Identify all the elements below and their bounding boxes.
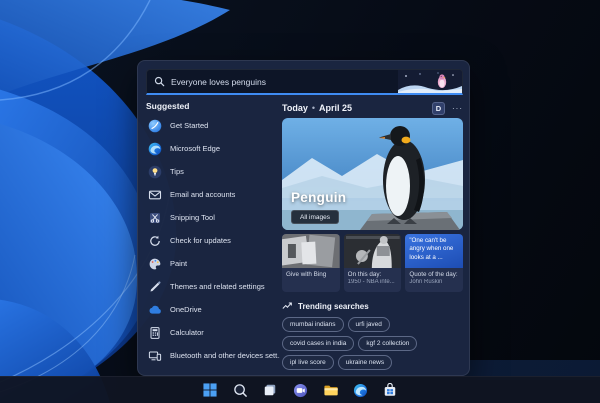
sidebar-item-onedrive[interactable]: OneDrive bbox=[146, 298, 280, 321]
calculator-icon bbox=[150, 326, 160, 339]
sidebar-item-label: Check for updates bbox=[170, 236, 231, 245]
sidebar-item-bluetooth-devices[interactable]: Bluetooth and other devices sett... bbox=[146, 344, 280, 367]
email-icon bbox=[148, 190, 162, 199]
sidebar-item-label: Themes and related settings bbox=[170, 282, 265, 291]
trending-icon bbox=[282, 302, 292, 309]
penguin-illustration bbox=[398, 70, 462, 93]
sidebar-item-label: Paint bbox=[170, 259, 188, 268]
search-bar[interactable] bbox=[146, 69, 463, 95]
on-this-day-image bbox=[343, 234, 402, 268]
today-separator: • bbox=[311, 103, 315, 113]
sidebar-item-email-accounts[interactable]: Email and accounts bbox=[146, 183, 280, 206]
card-caption: Give with Bing bbox=[286, 271, 327, 278]
sidebar-item-label: OneDrive bbox=[170, 305, 202, 314]
trending-pill[interactable]: kgf 2 collection bbox=[358, 336, 418, 351]
bluetooth-icon bbox=[148, 351, 162, 361]
avatar[interactable]: D bbox=[432, 101, 445, 115]
start-button[interactable] bbox=[201, 381, 219, 399]
suggested-section: Suggested Get Started Microsoft Edge Tip… bbox=[146, 101, 280, 367]
sidebar-item-label: Tips bbox=[170, 167, 184, 176]
sidebar-item-label: Bluetooth and other devices sett... bbox=[170, 351, 280, 360]
sidebar-item-microsoft-edge[interactable]: Microsoft Edge bbox=[146, 137, 280, 160]
suggested-title: Suggested bbox=[146, 101, 190, 111]
give-with-bing-image bbox=[282, 234, 340, 268]
start-icon bbox=[203, 383, 217, 397]
trending-pill[interactable]: mumbai indians bbox=[282, 317, 344, 332]
more-options-button[interactable]: ··· bbox=[452, 104, 463, 113]
taskbar bbox=[0, 376, 600, 403]
chat-icon bbox=[293, 383, 307, 397]
taskbar-edge-icon bbox=[353, 383, 367, 397]
trending-pill[interactable]: ipl live score bbox=[282, 355, 334, 370]
tips-icon bbox=[148, 165, 162, 178]
trending-pills: mumbai indians urfi javed covid cases in… bbox=[282, 317, 463, 370]
paint-icon bbox=[149, 258, 161, 269]
today-header: Today • April 25 D ··· bbox=[282, 101, 463, 115]
hero-title: Penguin bbox=[291, 190, 347, 205]
sidebar-item-label: Microsoft Edge bbox=[170, 144, 221, 153]
trending-pill[interactable]: ukraine news bbox=[337, 355, 393, 370]
store-button[interactable] bbox=[381, 381, 399, 399]
sidebar-item-themes[interactable]: Themes and related settings bbox=[146, 275, 280, 298]
search-icon bbox=[154, 76, 165, 87]
trending-pill[interactable]: urfi javed bbox=[347, 317, 390, 332]
sidebar-item-label: Get Started bbox=[170, 121, 209, 130]
desktop: Suggested Get Started Microsoft Edge bbox=[0, 0, 600, 403]
themes-icon bbox=[150, 280, 161, 291]
today-date[interactable]: April 25 bbox=[319, 103, 352, 113]
trending-title: Trending searches bbox=[298, 301, 369, 311]
edge-icon bbox=[148, 142, 162, 155]
hero-image-card[interactable]: Penguin All images bbox=[282, 118, 463, 230]
search-flyout-panel: Suggested Get Started Microsoft Edge bbox=[137, 60, 470, 376]
cards-row: Give with Bing On this day: 1950 - NBA i… bbox=[282, 234, 464, 292]
card-title: Quote of the day: bbox=[409, 271, 458, 278]
sidebar-item-snipping-tool[interactable]: Snipping Tool bbox=[146, 206, 280, 229]
today-section: Today • April 25 D ··· Penguin All image… bbox=[282, 101, 464, 370]
sidebar-item-check-updates[interactable]: Check for updates bbox=[146, 229, 280, 252]
file-explorer-icon bbox=[323, 385, 338, 395]
trending-pill[interactable]: covid cases in india bbox=[282, 336, 355, 351]
card-subtitle: 1950 - NBA inte... bbox=[347, 279, 395, 285]
sidebar-item-label: Email and accounts bbox=[170, 190, 236, 199]
card-give-with-bing[interactable]: Give with Bing bbox=[282, 234, 340, 292]
today-label: Today bbox=[282, 103, 308, 113]
check-updates-icon bbox=[150, 235, 160, 246]
quote-text: "One can't be angry when one looks at a … bbox=[409, 237, 454, 261]
store-icon bbox=[384, 383, 396, 396]
sidebar-item-calculator[interactable]: Calculator bbox=[146, 321, 280, 344]
card-subtitle: John Ruskin bbox=[409, 279, 443, 285]
edge-button[interactable] bbox=[351, 381, 369, 399]
get-started-icon bbox=[148, 119, 162, 132]
sidebar-item-label: Calculator bbox=[170, 328, 204, 337]
card-title: On this day: bbox=[347, 271, 382, 278]
onedrive-icon bbox=[149, 305, 161, 314]
quote-tile: "One can't be angry when one looks at a … bbox=[405, 234, 464, 268]
all-images-button[interactable]: All images bbox=[291, 210, 339, 224]
trending-section: Trending searches mumbai indians urfi ja… bbox=[282, 300, 463, 370]
file-explorer-button[interactable] bbox=[321, 381, 339, 399]
card-quote-of-the-day[interactable]: "One can't be angry when one looks at a … bbox=[405, 234, 464, 292]
chat-button[interactable] bbox=[291, 381, 309, 399]
task-view-button[interactable] bbox=[261, 381, 279, 399]
snipping-tool-icon bbox=[150, 212, 160, 223]
sidebar-item-paint[interactable]: Paint bbox=[146, 252, 280, 275]
sidebar-item-get-started[interactable]: Get Started bbox=[146, 114, 280, 137]
taskbar-search-icon bbox=[233, 383, 247, 397]
taskbar-search-button[interactable] bbox=[231, 381, 249, 399]
task-view-icon bbox=[264, 384, 276, 396]
card-on-this-day[interactable]: On this day: 1950 - NBA inte... bbox=[343, 234, 402, 292]
sidebar-item-tips[interactable]: Tips bbox=[146, 160, 280, 183]
sidebar-item-label: Snipping Tool bbox=[170, 213, 215, 222]
